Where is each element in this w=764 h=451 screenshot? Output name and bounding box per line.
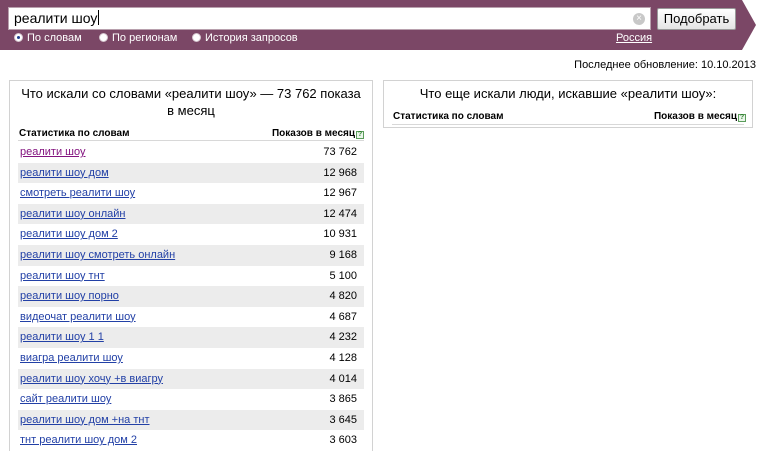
phrase-link[interactable]: смотреть реалити шоу xyxy=(20,183,135,203)
phrase-link[interactable]: тнт реалити шоу дом 2 xyxy=(20,430,137,450)
help-icon[interactable]: ? xyxy=(738,114,746,122)
radio-by-words-label: По словам xyxy=(27,32,82,44)
word-stats-panel: Что искали со словами «реалити шоу» — 73… xyxy=(9,80,373,451)
shows-count: 9 168 xyxy=(329,248,357,261)
search-query-text: реалити шоу xyxy=(14,10,98,26)
table-row: смотреть реалити шоу 12 967 xyxy=(18,183,364,204)
shows-count: 12 474 xyxy=(323,207,357,220)
shows-per-month-column-header: Показов в месяц? xyxy=(272,128,364,139)
shows-count: 4 687 xyxy=(329,310,357,323)
phrase-link[interactable]: реалити шоу дом +на тнт xyxy=(20,410,150,430)
last-update-text: Последнее обновление: 10.10.2013 xyxy=(574,59,756,71)
phrase-link[interactable]: реалити шоу дом 2 xyxy=(20,224,118,244)
table-row: реалити шоу дом 12 968 xyxy=(18,162,364,184)
shows-count: 4 014 xyxy=(329,372,357,385)
pick-button[interactable]: Подобрать xyxy=(657,8,736,30)
radio-checked-icon xyxy=(14,33,23,42)
table-row: сайт реалити шоу 3 865 xyxy=(18,389,364,410)
search-input[interactable]: реалити шоу × xyxy=(8,7,651,30)
related-header-divider xyxy=(392,124,744,125)
header-divider xyxy=(18,140,364,141)
word-stats-column-header: Статистика по словам xyxy=(19,128,130,139)
related-queries-panel: Что еще искали люди, искавшие «реалити ш… xyxy=(383,80,753,128)
shows-count: 4 232 xyxy=(329,331,357,344)
table-row: реалити шоу дом 2 10 931 xyxy=(18,224,364,245)
shows-count: 12 968 xyxy=(323,166,357,179)
radio-query-history-label: История запросов xyxy=(205,32,298,44)
phrase-link[interactable]: реалити шоу онлайн xyxy=(20,204,125,224)
region-link[interactable]: Россия xyxy=(616,32,652,45)
help-icon[interactable]: ? xyxy=(356,131,364,139)
table-row: реалити шоу тнт 5 100 xyxy=(18,266,364,287)
table-row: тнт реалити шоу дом 2 3 603 xyxy=(18,430,364,451)
shows-count: 3 865 xyxy=(329,393,357,406)
radio-by-regions-label: По регионам xyxy=(112,32,178,44)
phrase-link[interactable]: виагра реалити шоу xyxy=(20,348,123,368)
word-stats-title: Что искали со словами «реалити шоу» — 73… xyxy=(21,86,361,118)
shows-per-month-label: Показов в месяц xyxy=(271,128,355,139)
shows-count: 3 603 xyxy=(329,434,357,447)
radio-unchecked-icon xyxy=(192,33,201,42)
shows-count: 3 645 xyxy=(329,413,357,426)
table-row: виагра реалити шоу 4 128 xyxy=(18,348,364,369)
clear-icon[interactable]: × xyxy=(633,13,645,25)
related-queries-title: Что еще искали люди, искавшие «реалити ш… xyxy=(419,86,717,101)
radio-query-history[interactable]: История запросов xyxy=(192,32,298,45)
text-caret xyxy=(98,10,100,25)
phrase-link[interactable]: реалити шоу дом xyxy=(20,163,109,183)
phrase-link[interactable]: реалити шоу xyxy=(20,142,85,162)
phrase-link[interactable]: реалити шоу смотреть онлайн xyxy=(20,245,175,265)
table-row: реалити шоу 73 762 xyxy=(18,142,364,163)
table-row: реалити шоу 1 1 4 232 xyxy=(18,327,364,348)
table-row: реалити шоу смотреть онлайн 9 168 xyxy=(18,244,364,266)
radio-unchecked-icon xyxy=(99,33,108,42)
phrase-link[interactable]: видеочат реалити шоу xyxy=(20,307,136,327)
table-row: реалити шоу порно 4 820 xyxy=(18,286,364,307)
shows-count: 5 100 xyxy=(329,269,357,282)
search-band: реалити шоу × Подобрать По словам По рег… xyxy=(0,0,764,50)
radio-by-words[interactable]: По словам xyxy=(14,32,82,45)
related-shows-per-month-column-header: Показов в месяц? xyxy=(654,111,746,122)
radio-by-regions[interactable]: По регионам xyxy=(99,32,177,45)
phrase-link[interactable]: реалити шоу тнт xyxy=(20,266,105,286)
shows-count: 73 762 xyxy=(323,146,357,158)
table-row: видеочат реалити шоу 4 687 xyxy=(18,307,364,328)
word-stats-list: реалити шоу 73 762 реалити шоу дом 12 968 см… xyxy=(18,142,364,451)
table-row: реалити шоу дом +на тнт 3 645 xyxy=(18,409,364,431)
shows-count: 4 820 xyxy=(329,290,357,303)
related-word-stats-column-header: Статистика по словам xyxy=(393,111,504,122)
shows-count: 10 931 xyxy=(323,228,357,241)
table-row: реалити шоу хочу +в виагру 4 014 xyxy=(18,368,364,390)
related-shows-per-month-label: Показов в месяц xyxy=(653,111,737,122)
shows-count: 4 128 xyxy=(329,351,357,364)
phrase-link[interactable]: реалити шоу хочу +в виагру xyxy=(20,369,163,389)
phrase-link[interactable]: реалити шоу 1 1 xyxy=(20,327,104,347)
table-row: реалити шоу онлайн 12 474 xyxy=(18,203,364,225)
phrase-link[interactable]: сайт реалити шоу xyxy=(20,389,111,409)
phrase-link[interactable]: реалити шоу порно xyxy=(20,286,119,306)
shows-count: 12 967 xyxy=(323,187,357,200)
